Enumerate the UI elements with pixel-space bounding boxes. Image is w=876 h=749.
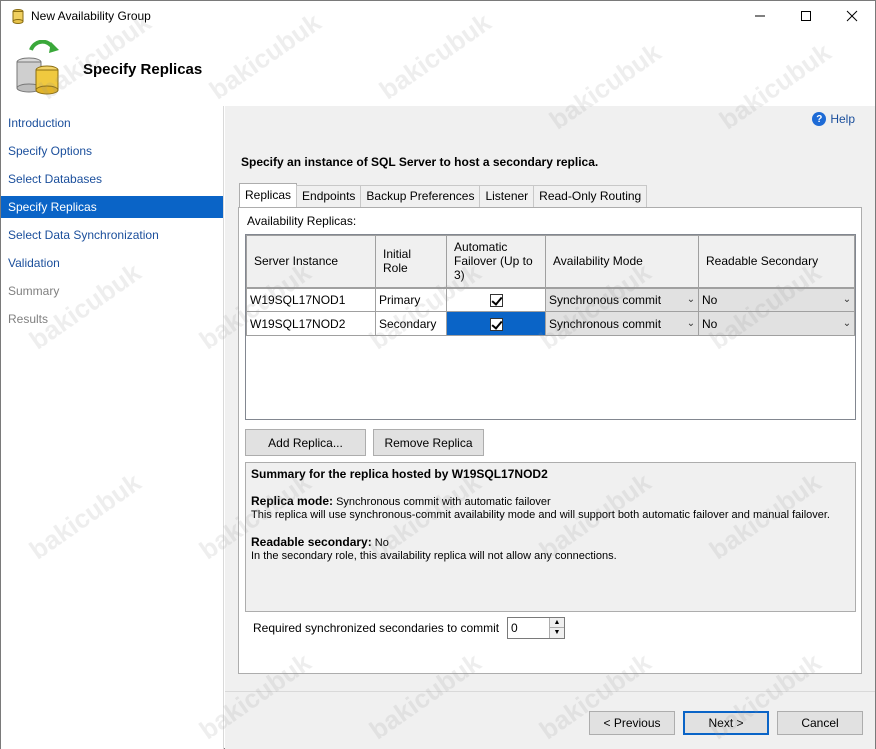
readable-secondary-description: In the secondary role, this availability… — [251, 550, 617, 562]
cell-readable-secondary[interactable]: No ⌄ — [698, 286, 855, 312]
tab-strip: Replicas Endpoints Backup Preferences Li… — [239, 183, 648, 207]
wizard-header: Specify Replicas — [1, 32, 875, 106]
tab-replicas[interactable]: Replicas — [239, 183, 298, 207]
minimize-icon — [755, 15, 765, 17]
minimize-button[interactable] — [737, 1, 783, 31]
previous-button[interactable]: < Previous — [589, 711, 675, 735]
close-button[interactable] — [829, 1, 875, 31]
cell-initial-role[interactable]: Primary — [375, 286, 447, 312]
wizard-nav: Introduction Specify Options Select Data… — [1, 106, 224, 749]
availability-mode-dropdown[interactable]: Synchronous commit ⌄ — [546, 289, 698, 311]
tab-backup-preferences[interactable]: Backup Preferences — [360, 185, 481, 207]
stepper-up-icon[interactable]: ▲ — [550, 618, 564, 628]
database-wizard-icon — [16, 40, 59, 95]
tab-listener[interactable]: Listener — [479, 185, 535, 207]
maximize-button[interactable] — [783, 1, 829, 31]
help-icon: ? — [812, 112, 827, 126]
help-label: Help — [830, 112, 855, 126]
column-header-automatic-failover[interactable]: Automatic Failover (Up to 3) — [446, 235, 546, 288]
next-button[interactable]: Next > — [683, 711, 769, 735]
instruction-text: Specify an instance of SQL Server to hos… — [241, 155, 599, 169]
column-header-availability-mode[interactable]: Availability Mode — [545, 235, 699, 288]
replica-mode-description: This replica will use synchronous-commit… — [251, 509, 830, 521]
cell-automatic-failover[interactable] — [446, 286, 546, 312]
cell-readable-secondary[interactable]: No ⌄ — [698, 311, 855, 336]
nav-item-results: Results — [8, 312, 49, 326]
table-row[interactable]: W19SQL17NOD1 Primary Synchronous commit … — [246, 286, 855, 312]
availability-mode-value: Synchronous commit — [549, 292, 662, 307]
close-icon — [846, 10, 858, 22]
column-header-readable-secondary[interactable]: Readable Secondary — [698, 235, 855, 288]
chevron-down-icon: ⌄ — [842, 294, 852, 306]
cell-availability-mode[interactable]: Synchronous commit ⌄ — [545, 286, 699, 312]
database-app-icon — [12, 9, 24, 24]
column-header-initial-role[interactable]: Initial Role — [375, 235, 447, 288]
chevron-down-icon: ⌄ — [686, 294, 696, 306]
tab-read-only-routing[interactable]: Read-Only Routing — [533, 185, 648, 207]
summary-title: Summary for the replica hosted by W19SQL… — [251, 467, 548, 481]
window-title: New Availability Group — [31, 9, 151, 23]
required-sync-label: Required synchronized secondaries to com… — [253, 621, 500, 635]
replica-mode-value: Synchronous commit with automatic failov… — [333, 496, 551, 508]
wizard-window: New Availability Group Specify Replicas … — [0, 0, 876, 749]
required-sync-stepper[interactable]: 0 ▲ ▼ — [507, 617, 565, 639]
help-link[interactable]: ? Help — [812, 112, 855, 126]
availability-mode-value: Synchronous commit — [549, 316, 662, 331]
readable-secondary-summary-value: No — [371, 537, 389, 549]
availability-replicas-label: Availability Replicas: — [247, 214, 357, 228]
readable-secondary-value: No — [702, 292, 718, 307]
nav-item-select-databases[interactable]: Select Databases — [1, 168, 223, 190]
chevron-down-icon: ⌄ — [686, 318, 696, 329]
cancel-button[interactable]: Cancel — [777, 711, 863, 735]
nav-item-specify-options[interactable]: Specify Options — [1, 140, 223, 162]
column-header-server-instance[interactable]: Server Instance — [246, 235, 376, 288]
readable-secondary-label: Readable secondary: — [251, 535, 372, 549]
readable-secondary-dropdown[interactable]: No ⌄ — [699, 289, 854, 311]
replica-mode-label: Replica mode: — [251, 494, 334, 508]
nav-item-validation[interactable]: Validation — [1, 252, 223, 274]
wizard-content: ? Help Specify an instance of SQL Server… — [225, 106, 875, 749]
availability-mode-dropdown[interactable]: Synchronous commit ⌄ — [546, 313, 698, 335]
replicas-grid: Server Instance Initial Role Automatic F… — [245, 234, 856, 420]
cell-server-instance[interactable]: W19SQL17NOD2 — [246, 311, 376, 336]
nav-item-select-data-synchronization[interactable]: Select Data Synchronization — [1, 224, 223, 246]
readable-secondary-dropdown[interactable]: No ⌄ — [699, 313, 854, 335]
nav-item-specify-replicas[interactable]: Specify Replicas — [1, 196, 223, 218]
table-row[interactable]: W19SQL17NOD2 Secondary Synchronous commi… — [246, 311, 855, 336]
automatic-failover-checkbox[interactable] — [489, 317, 503, 331]
add-replica-button[interactable]: Add Replica... — [245, 429, 366, 456]
readable-secondary-value: No — [702, 316, 718, 331]
cell-automatic-failover[interactable] — [446, 311, 546, 336]
maximize-icon — [801, 11, 811, 21]
footer-divider — [225, 691, 875, 692]
cell-initial-role[interactable]: Secondary — [375, 311, 447, 336]
chevron-down-icon: ⌄ — [842, 318, 852, 329]
nav-item-introduction[interactable]: Introduction — [1, 112, 223, 134]
remove-replica-button[interactable]: Remove Replica — [373, 429, 484, 456]
stepper-down-icon[interactable]: ▼ — [550, 628, 564, 638]
stepper-arrows[interactable]: ▲ ▼ — [549, 618, 564, 638]
replica-summary: Summary for the replica hosted by W19SQL… — [245, 462, 856, 612]
cell-availability-mode[interactable]: Synchronous commit ⌄ — [545, 311, 699, 336]
tab-endpoints[interactable]: Endpoints — [296, 185, 362, 207]
page-title: Specify Replicas — [83, 61, 203, 78]
title-bar: New Availability Group — [1, 1, 875, 32]
automatic-failover-checkbox[interactable] — [489, 293, 503, 307]
replicas-tab-panel: Availability Replicas: Server Instance I… — [238, 207, 862, 674]
cell-server-instance[interactable]: W19SQL17NOD1 — [246, 286, 376, 312]
nav-item-summary: Summary — [8, 284, 60, 298]
required-sync-value[interactable]: 0 — [511, 621, 518, 635]
